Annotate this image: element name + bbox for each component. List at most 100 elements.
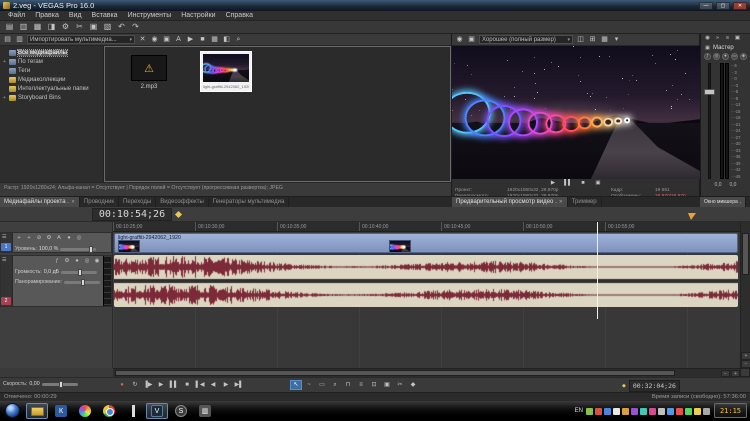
- media-properties-icon[interactable]: ◧: [221, 35, 232, 45]
- render-as-icon[interactable]: ◨: [45, 22, 58, 33]
- play-icon[interactable]: ▶: [548, 180, 558, 188]
- tab-explorer[interactable]: Проводник: [80, 197, 120, 207]
- chip-mute-icon[interactable]: ◎: [713, 53, 720, 60]
- group-icon[interactable]: ▣: [381, 380, 393, 390]
- lock-env-icon[interactable]: ⊡: [368, 380, 380, 390]
- envelope-edit-icon[interactable]: ~: [303, 380, 315, 390]
- record-into-icon[interactable]: ◉: [149, 35, 160, 45]
- level-slider[interactable]: [60, 245, 97, 253]
- taskbar-explorer[interactable]: [26, 403, 48, 419]
- zoom-preview-icon[interactable]: ⊞: [587, 35, 598, 45]
- extract-audio-icon[interactable]: A: [173, 35, 184, 45]
- tree-item-all-media[interactable]: Все медиафайлы: [0, 48, 103, 57]
- audio-event[interactable]: [114, 255, 738, 307]
- tray-icon[interactable]: [631, 407, 638, 415]
- mx-insert-icon[interactable]: ◉: [703, 35, 712, 43]
- record-icon[interactable]: ●: [116, 380, 128, 390]
- tab-transitions[interactable]: Переходы: [119, 197, 157, 207]
- tree-item-media-bins[interactable]: Медиаколлекции: [0, 75, 103, 84]
- mx-list-icon[interactable]: ≡: [723, 35, 732, 43]
- copy-icon[interactable]: ▣: [87, 22, 100, 33]
- menu-item[interactable]: Вид: [64, 11, 87, 20]
- tray-icon[interactable]: [622, 407, 629, 415]
- maximize-button[interactable]: ▢: [716, 1, 730, 10]
- timeline-events-area[interactable]: 00:10:25;00 00:10:30;00 00:10:35;00 00:10:4…: [113, 222, 740, 368]
- capture-video-icon[interactable]: ▣: [161, 35, 172, 45]
- zoom-out-time-button[interactable]: −: [721, 370, 730, 377]
- language-indicator[interactable]: EN: [575, 408, 583, 414]
- taskbar-clock[interactable]: 21:15: [714, 403, 747, 418]
- open-project-icon[interactable]: ▥: [17, 22, 30, 33]
- pause-icon[interactable]: ▌▌: [563, 180, 573, 188]
- pause-icon[interactable]: ▌▌: [168, 380, 180, 390]
- next-frame-icon[interactable]: ▶: [220, 380, 232, 390]
- play-icon[interactable]: ▶: [155, 380, 167, 390]
- go-to-end-icon[interactable]: ▶▌: [233, 380, 245, 390]
- a-fx-icon[interactable]: ƒ: [53, 258, 61, 266]
- tab-mixer[interactable]: Окно микшера: [700, 197, 747, 207]
- time-ruler[interactable]: 00:10:25;00 00:10:30;00 00:10:35;00 00:10:4…: [113, 222, 740, 232]
- stop-icon[interactable]: ■: [578, 180, 588, 188]
- taskbar-app-blue[interactable]: К: [50, 403, 72, 419]
- vertical-scrollbar[interactable]: + −: [740, 222, 750, 368]
- tab-video-fx[interactable]: Видеоэффекты: [156, 197, 209, 207]
- chip-solo-icon[interactable]: ●: [722, 53, 729, 60]
- tab-trimmer[interactable]: Триммер: [568, 197, 602, 207]
- tray-icon[interactable]: [649, 407, 656, 415]
- tray-icon[interactable]: [613, 407, 620, 415]
- horizontal-scrollbar[interactable]: − +: [113, 368, 740, 377]
- bypass-blur-icon[interactable]: +: [15, 235, 23, 243]
- track-grip[interactable]: ☰ 2: [1, 256, 13, 306]
- a-solo-icon[interactable]: ◉: [93, 258, 101, 266]
- start-button[interactable]: [5, 403, 20, 418]
- tab-media-generators[interactable]: Генераторы мультимедиа: [209, 197, 290, 207]
- track-fx-icon[interactable]: ⊘: [35, 235, 43, 243]
- pin-tab-button[interactable]: [740, 200, 742, 205]
- save-project-icon[interactable]: ▦: [31, 22, 44, 33]
- tray-icon[interactable]: [667, 407, 674, 415]
- undo-icon[interactable]: ↶: [115, 22, 128, 33]
- tray-icon[interactable]: [595, 407, 602, 415]
- chip-fx-icon[interactable]: ƒ: [704, 53, 711, 60]
- tray-icon[interactable]: [604, 407, 611, 415]
- preview-start-icon[interactable]: ▶: [185, 35, 196, 45]
- redo-icon[interactable]: ↷: [129, 22, 142, 33]
- pv-external-icon[interactable]: ▣: [466, 35, 477, 45]
- tray-icon[interactable]: [694, 407, 701, 415]
- menu-item[interactable]: Инструменты: [123, 11, 177, 20]
- pan-slider[interactable]: [64, 278, 101, 286]
- views-icon[interactable]: ▦: [209, 35, 220, 45]
- automation-icon[interactable]: ⚙: [45, 235, 53, 243]
- taskbar-app-media[interactable]: ▥: [194, 403, 216, 419]
- pv-loop-icon[interactable]: ◉: [454, 35, 465, 45]
- a-automation-icon[interactable]: ⚙: [63, 258, 71, 266]
- expander-icon[interactable]: [2, 59, 7, 65]
- new-project-icon[interactable]: ▤: [3, 22, 16, 33]
- tree-item-tags[interactable]: Теги: [0, 66, 103, 75]
- menu-item[interactable]: Настройки: [176, 11, 220, 20]
- play-from-start-icon[interactable]: ▐▶: [142, 380, 154, 390]
- a-mute-icon[interactable]: ◎: [83, 258, 91, 266]
- ripple-icon[interactable]: ≡: [355, 380, 367, 390]
- expander-icon[interactable]: [2, 95, 7, 101]
- tray-icon[interactable]: [658, 407, 665, 415]
- video-event[interactable]: light-graffiti-2942062_1920: [114, 233, 738, 253]
- views-small-icon[interactable]: ▥: [14, 35, 25, 45]
- pin-tab-button[interactable]: [68, 200, 70, 205]
- close-tab-button[interactable]: [559, 199, 563, 205]
- edit-cursor[interactable]: [597, 222, 598, 319]
- project-properties-icon[interactable]: ⚙: [59, 22, 72, 33]
- zoom-in-vertical-button[interactable]: +: [741, 352, 750, 360]
- zoom-edit-icon[interactable]: ⌕: [329, 380, 341, 390]
- fader-thumb[interactable]: [704, 89, 715, 95]
- media-item-audio[interactable]: ⚠ 2.mp3: [119, 55, 179, 90]
- cut-icon[interactable]: ✂: [73, 22, 86, 33]
- rate-slider[interactable]: [41, 380, 78, 388]
- selection-edit-icon[interactable]: ▭: [316, 380, 328, 390]
- minimize-button[interactable]: —: [699, 1, 713, 10]
- tray-icon[interactable]: [640, 407, 647, 415]
- mx-views-icon[interactable]: ▣: [733, 35, 742, 43]
- volume-slider[interactable]: [61, 268, 98, 276]
- tray-icon[interactable]: [586, 407, 593, 415]
- cursor-timecode-display[interactable]: 00:10:54;26: [92, 208, 172, 221]
